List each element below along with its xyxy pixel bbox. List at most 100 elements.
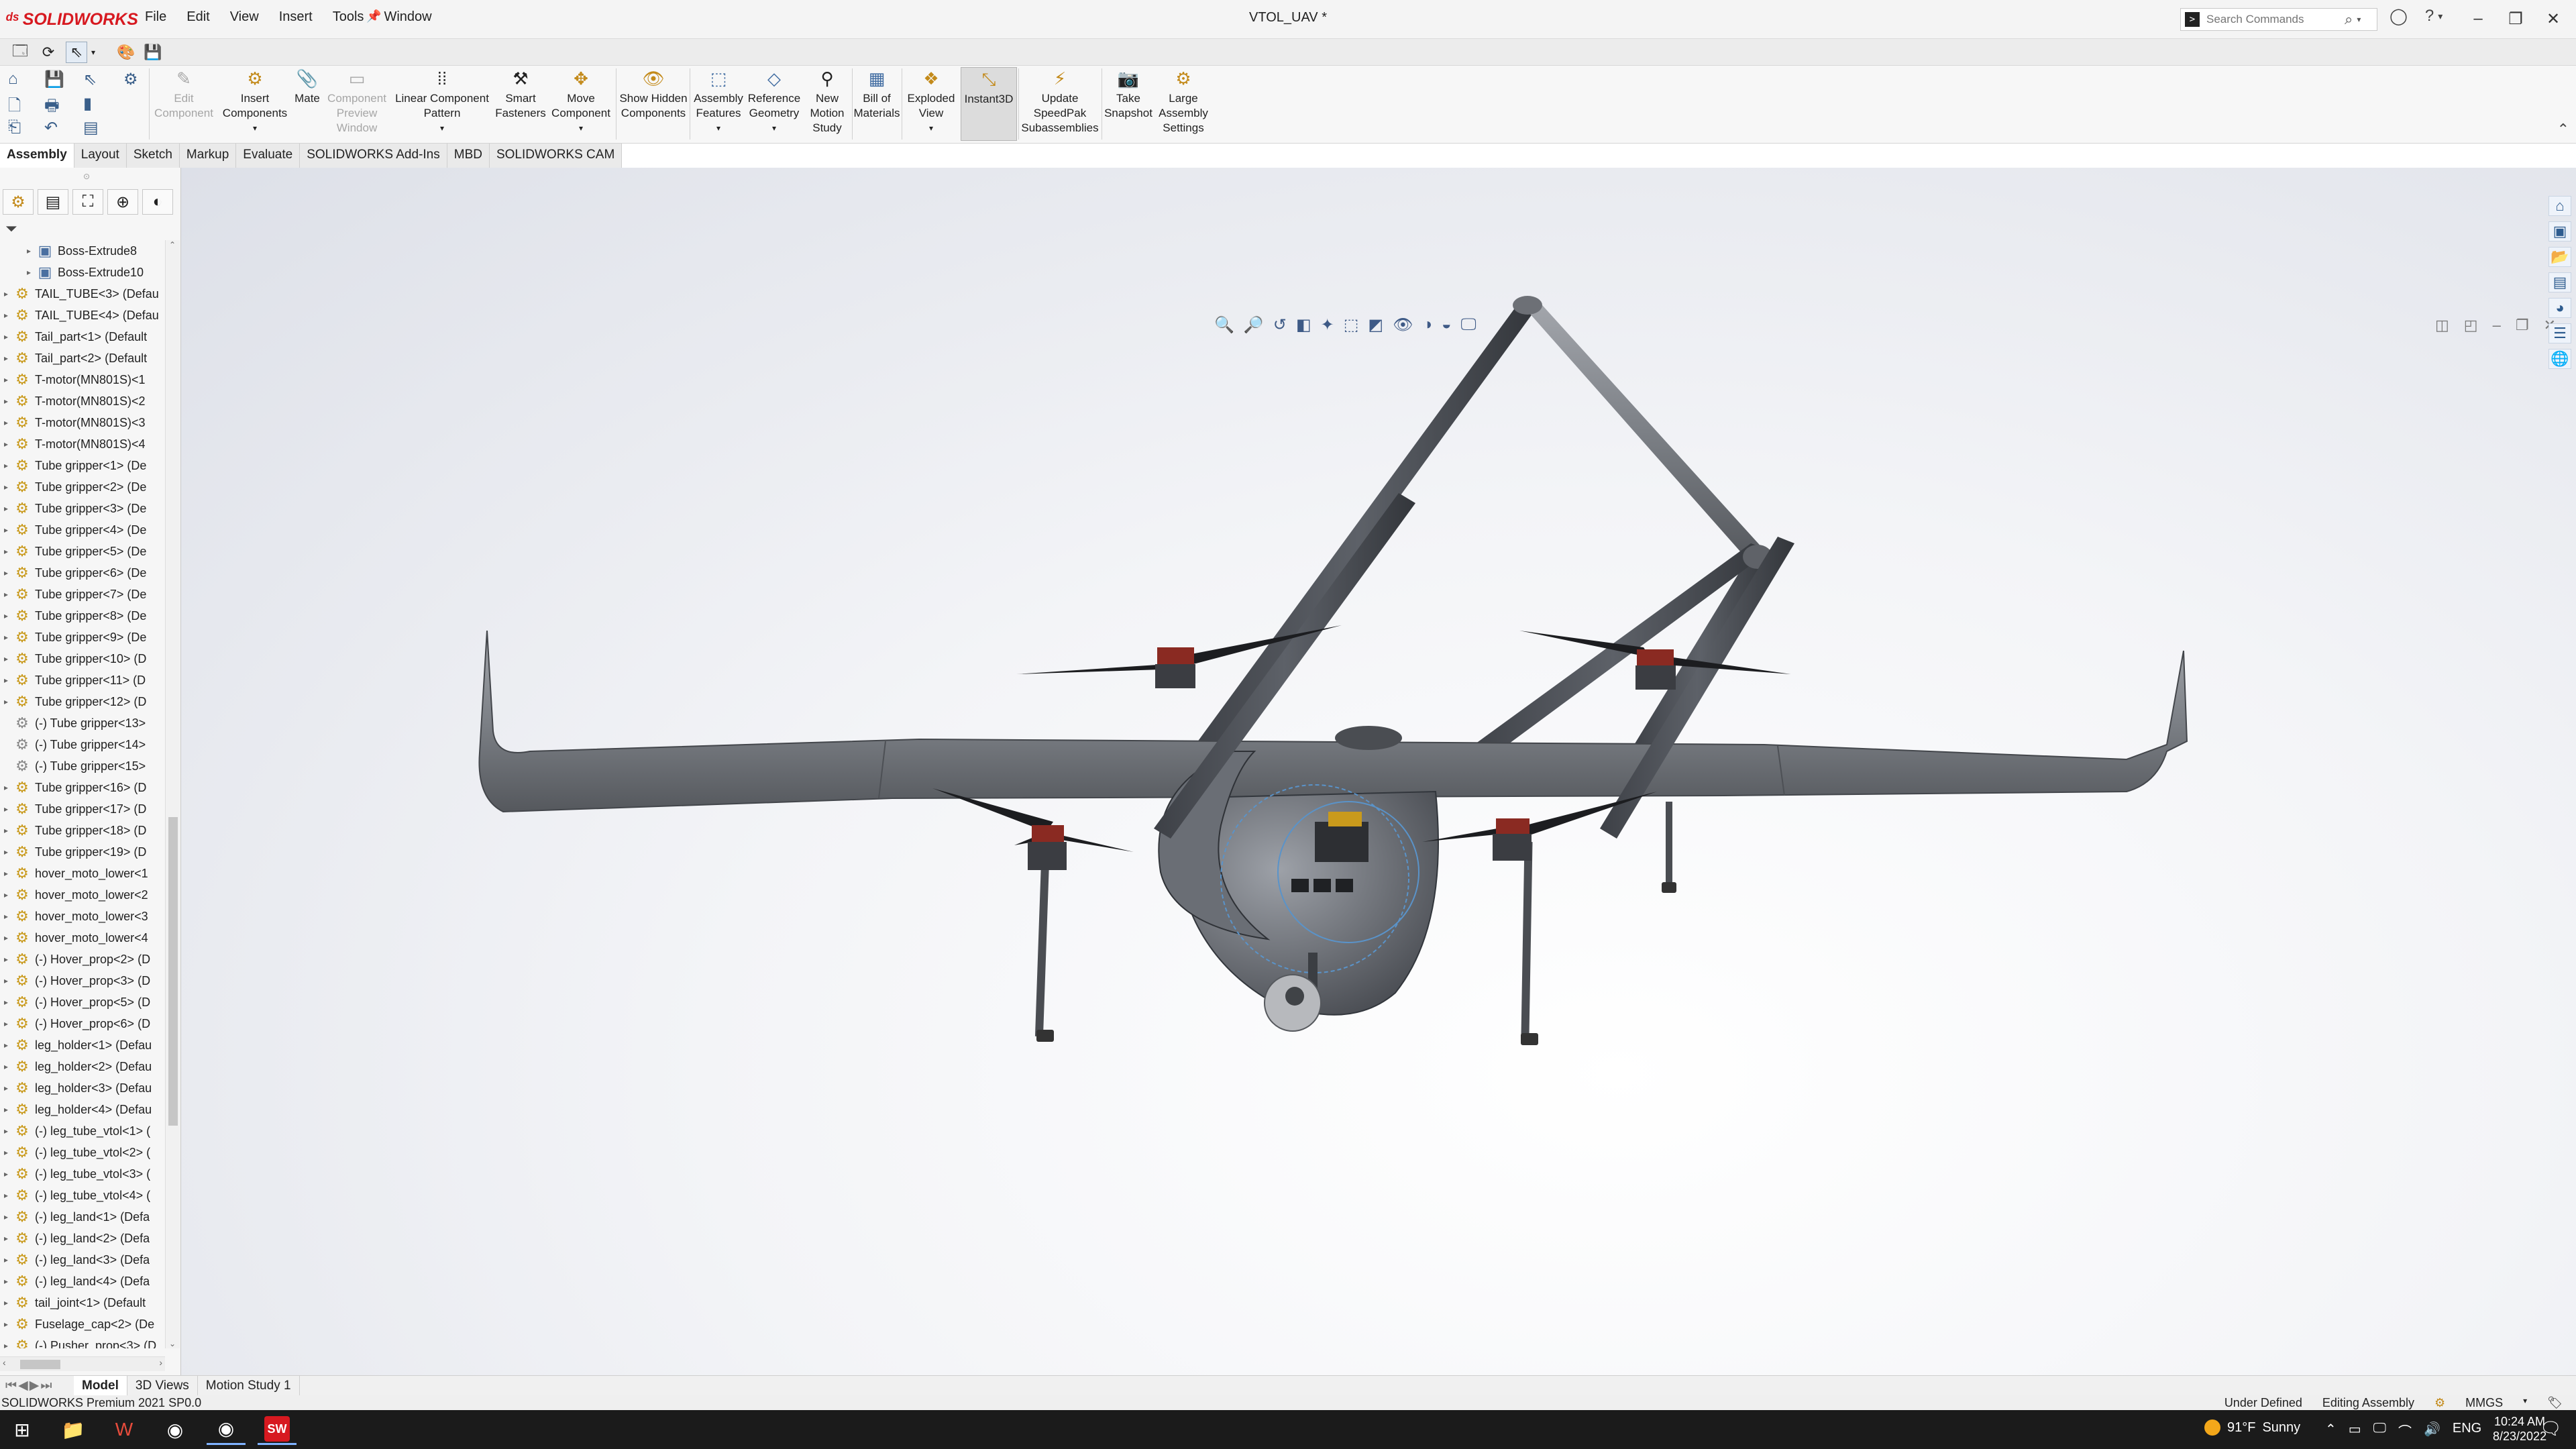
expand-arrow-icon[interactable]: ▸ [0,955,12,964]
tab-solidworks-add-ins[interactable]: SOLIDWORKS Add-Ins [300,144,447,168]
expand-arrow-icon[interactable]: ▸ [0,375,12,384]
volume-icon[interactable]: 🔊 [2424,1421,2440,1440]
tree-item[interactable]: ▸ ⚙ (-) Hover_prop<3> (D [0,970,166,991]
tree-item[interactable]: ▸ ⚙ (-) leg_land<3> (Defa [0,1249,166,1271]
chrome-icon[interactable]: ◉ [156,1414,195,1445]
large-assembly-settings-button[interactable]: ⚙ Large Assembly Settings [1151,67,1216,136]
tree-item[interactable]: ▸ ⚙ Tube gripper<3> (De [0,498,166,519]
linear-component-pattern-button[interactable]: ⁞⁞ Linear Component Pattern ▾ [392,67,492,136]
tree-item[interactable]: ▸ ⚙ Tube gripper<5> (De [0,541,166,562]
expand-arrow-icon[interactable]: ▸ [0,1212,12,1222]
expand-arrow-icon[interactable]: ▸ [0,1277,12,1286]
expand-arrow-icon[interactable]: ▸ [0,332,12,341]
tree-item[interactable]: ▸ ⚙ TAIL_TUBE<3> (Defau [0,283,166,305]
expand-arrow-icon[interactable]: ▸ [0,1255,12,1265]
tree-vertical-scrollbar[interactable]: ⌃ ⌄ [165,240,180,1348]
assembly-features-dropdown-icon[interactable]: ▾ [716,121,720,136]
expand-arrow-icon[interactable]: ▸ [23,246,35,256]
expand-arrow-icon[interactable]: ▸ [0,1040,12,1050]
next-tab-icon[interactable]: ▶ [30,1378,40,1393]
tree-item[interactable]: ▸ ⚙ Tube gripper<11> (D [0,669,166,691]
scroll-left-icon[interactable]: ‹ [3,1357,6,1368]
tree-item[interactable]: ▸ ⚙ (-) leg_land<1> (Defa [0,1206,166,1228]
tree-item[interactable]: ▸ ⚙ Tube gripper<17> (D [0,798,166,820]
expand-arrow-icon[interactable]: ▸ [0,396,12,406]
tree-scroll-thumb[interactable] [168,817,178,1126]
tree-item[interactable]: ▸ ⚙ Tube gripper<1> (De [0,455,166,476]
language-indicator[interactable]: ENG [2453,1421,2481,1440]
file-explorer-taskbar-icon[interactable]: 📁 [54,1414,93,1445]
restore-icon[interactable]: ❐ [2497,4,2534,34]
tree-item[interactable]: ⚙ (-) Tube gripper<13> [0,712,166,734]
tab-assembly[interactable]: Assembly [0,144,74,168]
display-style-icon[interactable]: ◩ [1368,315,1383,335]
show-hidden-components-button[interactable]: 👁 Show Hidden Components [619,67,688,121]
tab-layout[interactable]: Layout [74,144,127,168]
tree-hscroll-thumb[interactable] [20,1360,60,1369]
hide-show-items-icon[interactable]: 👁 [1393,315,1413,335]
expand-arrow-icon[interactable]: ▸ [0,611,12,621]
tab-model[interactable]: Model [74,1376,127,1395]
panel-grip-icon[interactable]: ⊙ [83,172,90,181]
tray-app-icon[interactable]: ▭ [2349,1421,2361,1440]
view-orientation-icon[interactable]: ⬚ [1344,315,1359,335]
save-file-icon[interactable]: 💾 [44,70,64,89]
tree-item[interactable]: ▸ ⚙ Tube gripper<4> (De [0,519,166,541]
reference-geometry-button[interactable]: ◇ Reference Geometry ▾ [745,67,804,136]
minimize-icon[interactable]: – [2459,4,2497,34]
network-icon[interactable]: ⌒ [2398,1421,2412,1440]
move-component-button[interactable]: ✥ Move Component ▾ [549,67,613,136]
configuration-manager-tab-icon[interactable]: ⛶ [72,189,103,215]
home-icon[interactable]: ⌂ [8,70,18,89]
section-view-icon[interactable]: ◧ [1296,315,1311,335]
traffic-light-icon[interactable]: ▮ [83,94,92,113]
save-icon[interactable]: 💾 [142,42,164,63]
exploded-view-button[interactable]: ❖ Exploded View ▾ [903,67,959,136]
tag-icon[interactable]: 🏷 [2547,1396,2563,1410]
graphics-area[interactable]: 🔍 🔎 ↺ ◧ ✦ ⬚ ◩ 👁 ◑ ◒ 🖵 ◫ ◰ – ❐ ✕ Z [181,168,2576,1375]
select-dropdown-icon[interactable]: ▾ [87,42,99,63]
taskbar-clock[interactable]: 10:24 AM 8/23/2022 [2493,1414,2546,1444]
expand-arrow-icon[interactable]: ▸ [0,1083,12,1093]
tree-item[interactable]: ▸ ⚙ leg_holder<3> (Defau [0,1077,166,1099]
expand-arrow-icon[interactable]: ▸ [0,504,12,513]
filter-icon[interactable]: ⏷ [5,220,17,237]
file-explorer-icon[interactable]: 📂 [2548,247,2571,267]
zoom-to-fit-icon[interactable]: 🔍 [1214,315,1234,335]
tab-evaluate[interactable]: Evaluate [236,144,301,168]
tree-item[interactable]: ▸ ⚙ (-) Hover_prop<2> (D [0,949,166,970]
tree-item[interactable]: ▸ ⚙ TAIL_TUBE<4> (Defau [0,305,166,326]
menu-tools[interactable]: Tools [333,9,364,25]
expand-arrow-icon[interactable]: ▸ [0,912,12,921]
options-icon[interactable]: 🗔 [9,42,31,63]
tree-item[interactable]: ▸ ⚙ Tube gripper<2> (De [0,476,166,498]
apply-scene-icon[interactable]: ◒ [1442,315,1452,335]
search-commands-box[interactable]: > ⌕ ▾ [2180,8,2377,31]
help-icon[interactable]: ? [2425,7,2434,26]
menu-window[interactable]: Window [384,9,431,25]
custom-properties-icon[interactable]: ☰ [2548,323,2571,343]
expand-arrow-icon[interactable]: ▸ [0,482,12,492]
tree-item[interactable]: ▸ ⚙ Tube gripper<18> (D [0,820,166,841]
uav-model[interactable] [181,168,2576,1375]
wps-office-icon[interactable]: W [105,1414,144,1445]
expand-arrow-icon[interactable]: ▸ [0,1191,12,1200]
user-account-icon[interactable]: ◯ [2390,7,2408,26]
tree-item[interactable]: ▸ ⚙ Tube gripper<16> (D [0,777,166,798]
smart-fasteners-button[interactable]: ⚒ Smart Fasteners [492,67,549,121]
expand-arrow-icon[interactable]: ▸ [0,697,12,706]
expand-arrow-icon[interactable]: ▸ [23,268,35,277]
expand-arrow-icon[interactable]: ▸ [0,590,12,599]
tree-item[interactable]: ▸ ⚙ (-) leg_tube_vtol<4> ( [0,1185,166,1206]
file-properties-icon[interactable]: ▤ [83,118,99,138]
tree-item[interactable]: ▸ ⚙ hover_moto_lower<1 [0,863,166,884]
menu-file[interactable]: File [145,9,166,25]
menu-insert[interactable]: Insert [279,9,313,25]
tree-item[interactable]: ▸ ⚙ Fuselage_cap<2> (De [0,1313,166,1335]
display-icon[interactable]: 🖵 [2373,1421,2386,1440]
expand-arrow-icon[interactable]: ▸ [0,547,12,556]
solidworks-logo[interactable]: ᵈˢ SOLIDWORKS [5,7,138,32]
tab-motion-study-1[interactable]: Motion Study 1 [198,1376,300,1395]
expand-arrow-icon[interactable]: ▸ [0,847,12,857]
expand-arrow-icon[interactable]: ▸ [0,1148,12,1157]
